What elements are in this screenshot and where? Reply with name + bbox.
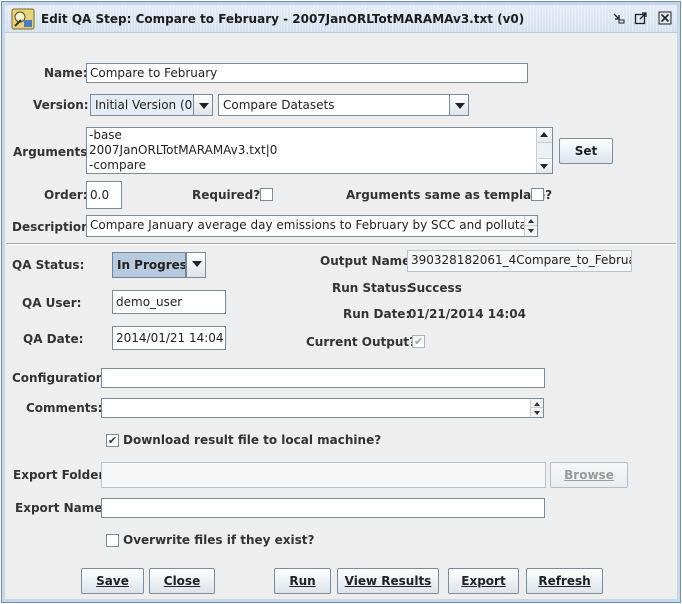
- app-icon: [11, 8, 35, 30]
- qa-user-label: QA User:: [22, 296, 82, 310]
- download-checkbox[interactable]: ✔: [106, 434, 119, 447]
- arguments-scrollbar[interactable]: [536, 128, 552, 173]
- args-same-checkbox[interactable]: [531, 188, 544, 201]
- close-button-label: Close: [163, 574, 201, 588]
- minimize-icon[interactable]: [611, 11, 627, 27]
- export-folder-field[interactable]: [101, 462, 546, 488]
- description-text: Compare January average day emissions to…: [90, 218, 538, 232]
- window-title: Edit QA Step: Compare to February - 2007…: [41, 12, 525, 26]
- order-field[interactable]: 0.0: [86, 181, 122, 209]
- configuration-label: Configuration:: [12, 371, 110, 385]
- run-status-value: Success: [408, 281, 462, 295]
- arguments-line: 2007JanORLTotMARAMAv3.txt|0: [89, 143, 278, 157]
- arguments-label: Arguments:: [13, 145, 93, 159]
- section-divider: [6, 243, 676, 245]
- save-button-label: Save: [96, 574, 129, 588]
- refresh-button[interactable]: Refresh: [526, 568, 603, 594]
- required-label: Required?: [192, 188, 261, 202]
- export-name-label: Export Name:: [15, 501, 108, 515]
- arguments-textarea[interactable]: -base 2007JanORLTotMARAMAv3.txt|0 -compa…: [86, 127, 553, 174]
- description-label: Description:: [12, 220, 95, 234]
- run-date-value: 01/21/2014 14:04: [408, 307, 526, 321]
- export-folder-label: Export Folder:: [13, 468, 110, 482]
- export-name-field[interactable]: [101, 498, 545, 518]
- order-label: Order:: [44, 188, 88, 202]
- qa-status-select[interactable]: In Progress: [112, 252, 186, 278]
- run-button-label: Run: [289, 574, 316, 588]
- qa-date-label: QA Date:: [23, 332, 84, 346]
- view-results-button-label: View Results: [344, 574, 432, 588]
- browse-button-label: Browse: [564, 468, 614, 482]
- description-spinner[interactable]: [524, 216, 537, 236]
- version-dropdown-button[interactable]: [193, 94, 213, 116]
- run-status-label: Run Status:: [332, 281, 412, 295]
- required-checkbox[interactable]: [260, 188, 273, 201]
- run-date-label: Run Date:: [343, 307, 411, 321]
- output-name-field[interactable]: 390328182061_4Compare_to_February: [407, 250, 632, 272]
- name-field[interactable]: Compare to February: [86, 63, 528, 83]
- qa-date-field[interactable]: 2014/01/21 14:04: [112, 326, 226, 350]
- program-dropdown-button[interactable]: [449, 94, 469, 116]
- version-label: Version:: [33, 98, 89, 112]
- download-label: Download result file to local machine?: [123, 433, 382, 447]
- export-button[interactable]: Export: [448, 568, 519, 594]
- browse-button[interactable]: Browse: [550, 462, 628, 488]
- view-results-button[interactable]: View Results: [337, 568, 439, 594]
- export-button-label: Export: [461, 574, 506, 588]
- name-label: Name:: [44, 66, 88, 80]
- scroll-down-icon[interactable]: [537, 158, 552, 173]
- args-same-label: Arguments same as template?: [346, 188, 553, 202]
- scroll-up-icon[interactable]: [537, 128, 552, 143]
- program-select[interactable]: Compare Datasets: [218, 94, 450, 116]
- set-button[interactable]: Set: [559, 138, 613, 164]
- comments-label: Comments:: [26, 401, 103, 415]
- arguments-line: -compare: [89, 158, 146, 172]
- save-button[interactable]: Save: [81, 568, 144, 594]
- spin-down-icon[interactable]: [525, 226, 537, 236]
- qa-user-field[interactable]: demo_user: [112, 290, 226, 314]
- qa-status-label: QA Status:: [12, 258, 85, 272]
- title-bar[interactable]: Edit QA Step: Compare to February - 2007…: [5, 5, 677, 33]
- maximize-icon[interactable]: [633, 11, 649, 27]
- configuration-field[interactable]: [101, 368, 545, 388]
- comments-field[interactable]: [101, 398, 544, 418]
- overwrite-label: Overwrite files if they exist?: [123, 533, 315, 547]
- current-output-checkbox: ✔: [412, 335, 425, 348]
- current-output-label: Current Output?: [306, 335, 417, 349]
- qa-status-dropdown-button[interactable]: [186, 252, 206, 278]
- output-name-label: Output Name:: [320, 254, 416, 268]
- overwrite-checkbox[interactable]: [106, 534, 119, 547]
- description-field[interactable]: Compare January average day emissions to…: [86, 215, 538, 237]
- run-button[interactable]: Run: [274, 568, 331, 594]
- spin-up-icon[interactable]: [525, 216, 537, 226]
- refresh-button-label: Refresh: [538, 574, 591, 588]
- close-icon[interactable]: [657, 11, 673, 27]
- version-select[interactable]: Initial Version (0): [90, 94, 194, 116]
- close-button[interactable]: Close: [149, 568, 215, 594]
- spin-up-icon[interactable]: [531, 399, 543, 408]
- spin-down-icon[interactable]: [531, 408, 543, 417]
- comments-spinner[interactable]: [530, 399, 543, 417]
- arguments-line: -base: [89, 128, 122, 142]
- qa-step-window: Edit QA Step: Compare to February - 2007…: [1, 1, 681, 603]
